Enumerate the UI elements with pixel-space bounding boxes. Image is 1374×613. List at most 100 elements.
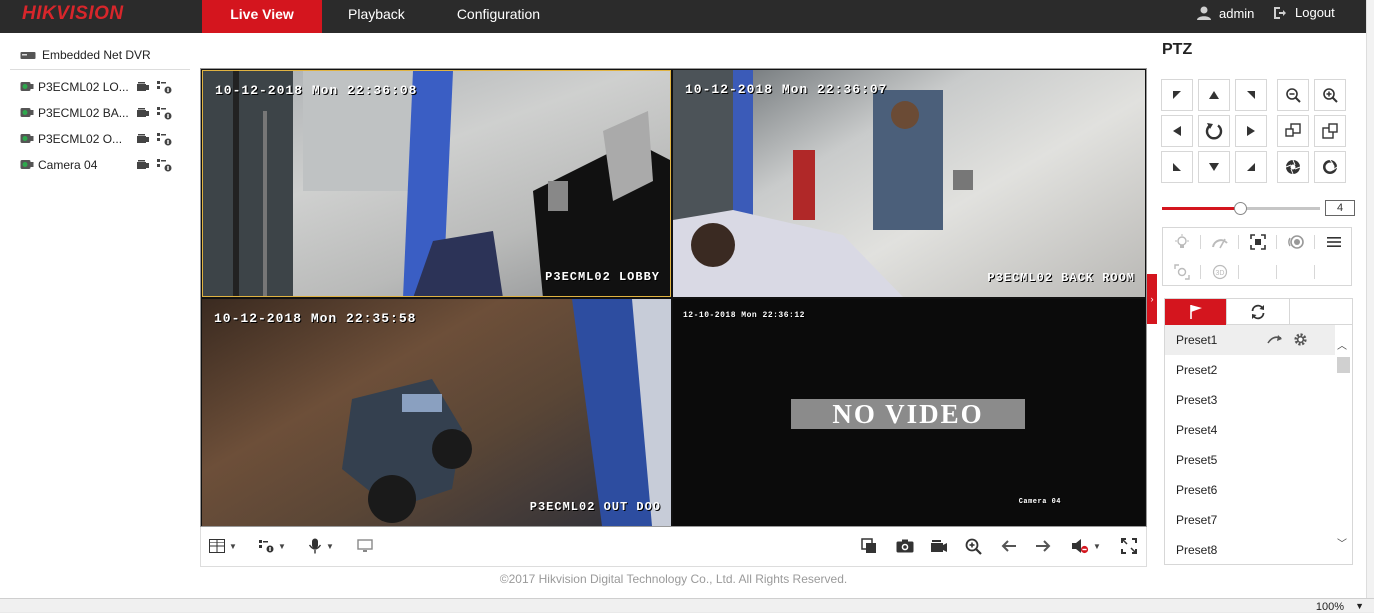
tree-divider <box>10 69 190 70</box>
username-label: admin <box>1219 5 1255 21</box>
tree-camera-item[interactable]: P3ECML02 LO... <box>10 74 190 100</box>
tree-camera-item[interactable]: P3ECML02 BA... <box>10 100 190 126</box>
preset-item[interactable]: Preset2 <box>1165 355 1337 385</box>
chevron-down-icon[interactable]: ▼ <box>1355 601 1364 611</box>
call-preset-icon[interactable] <box>1267 333 1283 345</box>
tree-camera-item[interactable]: Camera 04 <box>10 152 190 178</box>
page-scrollbar[interactable] <box>1366 0 1374 598</box>
preset-list: Preset1 Preset2 Preset3 Preset4 Preset5 … <box>1164 325 1353 565</box>
record-icon[interactable] <box>136 133 150 145</box>
collapse-ptz-panel-button[interactable]: › <box>1147 274 1157 324</box>
preset-item[interactable]: Preset4 <box>1165 415 1337 445</box>
video-window-2[interactable]: 10-12-2018 Mon 22:36:07 P3ECML02 BACK RO… <box>673 70 1145 297</box>
preset-item[interactable]: Preset7 <box>1165 505 1337 535</box>
osd-camera-name: P3ECML02 LOBBY <box>545 270 660 284</box>
logout-label: Logout <box>1295 5 1335 20</box>
zoom-out-button[interactable] <box>1277 79 1309 111</box>
preset-item[interactable]: Preset5 <box>1165 445 1337 475</box>
digital-zoom-button[interactable] <box>965 536 982 556</box>
auxiliary-focus-button[interactable] <box>1239 228 1276 256</box>
light-button[interactable] <box>1163 228 1200 256</box>
capture-button[interactable] <box>896 536 914 556</box>
video-window-3[interactable]: 10-12-2018 Mon 22:35:58 P3ECML02 OUT DOO <box>202 299 671 526</box>
stream-type-button[interactable]: ▼ <box>258 536 286 556</box>
ptz-down-button[interactable] <box>1198 151 1230 183</box>
chevron-up-icon[interactable]: ︿ <box>1337 337 1347 352</box>
tab-patrol[interactable] <box>1227 299 1290 325</box>
iris-open-button[interactable] <box>1314 151 1346 183</box>
preset-item[interactable]: Preset6 <box>1165 475 1337 505</box>
iris-open-icon <box>1323 159 1338 174</box>
slider-handle[interactable] <box>1234 202 1247 215</box>
camera-label: P3ECML02 LO... <box>38 80 129 94</box>
zoom-level[interactable]: 100% <box>1316 601 1344 613</box>
lens-init-button[interactable] <box>1277 228 1314 256</box>
record-icon[interactable] <box>136 107 150 119</box>
ptz-down-right-button[interactable] <box>1235 151 1267 183</box>
tree-camera-item[interactable]: P3ECML02 O... <box>10 126 190 152</box>
tab-playback[interactable]: Playback <box>322 0 431 33</box>
capture-all-button[interactable] <box>861 536 877 556</box>
ptz-up-right-button[interactable] <box>1235 79 1267 111</box>
record-icon[interactable] <box>136 159 150 171</box>
iris-close-button[interactable] <box>1277 151 1309 183</box>
manual-track-button[interactable] <box>1163 258 1200 286</box>
monitor-icon <box>357 539 373 552</box>
wiper-button[interactable] <box>1201 228 1238 256</box>
ptz-down-left-button[interactable] <box>1161 151 1193 183</box>
preset-item[interactable]: Preset1 <box>1165 325 1337 355</box>
chevron-down-icon: ▼ <box>229 541 237 551</box>
patrol-icon <box>1251 304 1265 320</box>
tab-preset[interactable] <box>1165 299 1228 325</box>
gear-icon[interactable] <box>1293 332 1308 347</box>
tab-live-view[interactable]: Live View <box>202 0 322 33</box>
ptz-auto-scan-button[interactable] <box>1198 115 1230 147</box>
digital-zoom-target-button[interactable] <box>357 536 373 556</box>
record-icon[interactable] <box>136 81 150 93</box>
next-page-button[interactable] <box>1035 536 1051 556</box>
preset-item[interactable]: Preset8 <box>1165 535 1337 564</box>
arrow-down-left-icon <box>1173 163 1181 171</box>
record-button[interactable] <box>930 536 948 556</box>
tree-root-dvr[interactable]: Embedded Net DVR <box>10 45 190 65</box>
camera-tree: Embedded Net DVR P3ECML02 LO... P3ECML02… <box>10 45 190 178</box>
two-way-audio-button[interactable]: ▼ <box>308 536 334 556</box>
menu-button[interactable] <box>1315 228 1352 256</box>
ptz-up-button[interactable] <box>1198 79 1230 111</box>
3d-positioning-button[interactable]: 3D <box>1201 258 1238 286</box>
camera-online-icon <box>20 134 34 143</box>
chevron-down-icon[interactable]: ﹀ <box>1337 535 1347 550</box>
stream-type-icon[interactable] <box>156 80 172 94</box>
ptz-speed-slider[interactable] <box>1162 202 1320 215</box>
ptz-up-left-button[interactable] <box>1161 79 1193 111</box>
fullscreen-button[interactable] <box>1121 536 1137 556</box>
ptz-left-button[interactable] <box>1161 115 1193 147</box>
tab-configuration[interactable]: Configuration <box>431 0 566 33</box>
user-menu[interactable]: admin <box>1196 5 1254 21</box>
preset-scrollbar[interactable]: ︿ ﹀ <box>1335 325 1352 564</box>
video-window-4[interactable]: 12-10-2018 Mon 22:36:12 NO VIDEO Camera … <box>673 299 1145 526</box>
preset-item[interactable]: Preset3 <box>1165 385 1337 415</box>
osd-timestamp: 12-10-2018 Mon 22:36:12 <box>683 311 805 320</box>
audio-button[interactable]: ▼ <box>1071 536 1101 556</box>
video-window-1[interactable]: 10-12-2018 Mon 22:36:08 P3ECML02 LOBBY <box>202 70 671 297</box>
dvr-icon <box>20 52 36 59</box>
ptz-right-button[interactable] <box>1235 115 1267 147</box>
tab-pattern[interactable] <box>1290 299 1352 325</box>
logout-button[interactable]: Logout <box>1273 5 1335 20</box>
camera-online-icon <box>20 82 34 91</box>
browser-status-bar: 100% ▼ <box>0 598 1374 613</box>
scrollbar-thumb[interactable] <box>1337 357 1350 373</box>
stream-type-icon[interactable] <box>156 106 172 120</box>
stream-type-icon[interactable] <box>156 158 172 172</box>
arrow-left-icon <box>1173 126 1181 136</box>
top-nav-bar: HIKVISION Live View Playback Configurati… <box>0 0 1366 33</box>
focus-far-button[interactable] <box>1314 115 1346 147</box>
focus-near-button[interactable] <box>1277 115 1309 147</box>
zoom-in-button[interactable] <box>1314 79 1346 111</box>
window-division-button[interactable]: ▼ <box>209 536 237 556</box>
hikvision-logo: HIKVISION <box>22 3 124 24</box>
zoom-out-icon <box>1286 88 1301 103</box>
stream-type-icon[interactable] <box>156 132 172 146</box>
previous-page-button[interactable] <box>1001 536 1017 556</box>
